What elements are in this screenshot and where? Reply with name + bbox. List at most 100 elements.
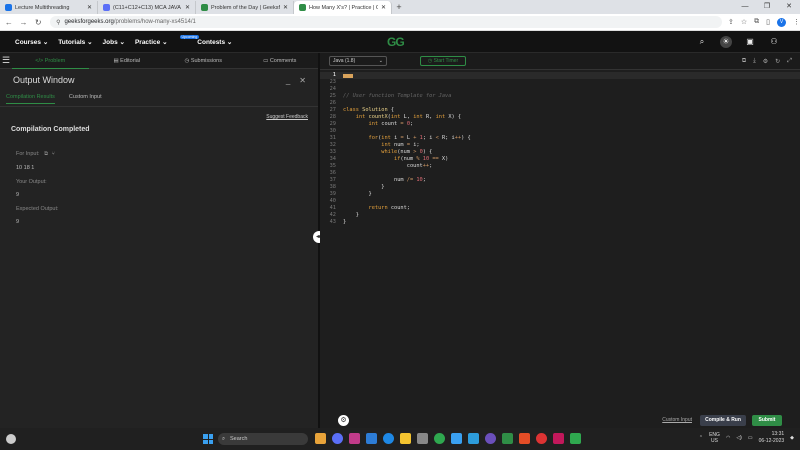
volume-icon[interactable]: ◁) bbox=[736, 435, 742, 441]
close-tab-icon[interactable]: ✕ bbox=[381, 4, 386, 11]
code-token: ; bbox=[422, 177, 426, 183]
language-select[interactable]: Java (1.8) ⌄ bbox=[329, 56, 387, 66]
compile-run-button[interactable]: Compile & Run bbox=[700, 414, 746, 426]
code-token: X) bbox=[441, 156, 449, 162]
code-token: 10 bbox=[422, 156, 433, 162]
bookmark-star-icon[interactable]: ☆ bbox=[741, 18, 747, 26]
menu-courses[interactable]: Courses ⌄ bbox=[15, 38, 48, 46]
code-token: } bbox=[343, 184, 385, 190]
tab-custom-input[interactable]: Custom Input bbox=[69, 94, 102, 103]
user-icon[interactable]: ⚇ bbox=[768, 36, 780, 48]
notes-icon[interactable]: ▣ bbox=[744, 36, 756, 48]
windows-start-icon[interactable] bbox=[203, 434, 213, 444]
gfg-logo[interactable]: GG bbox=[387, 35, 405, 49]
editor-settings-icon[interactable]: ⚙ bbox=[338, 414, 349, 426]
wifi-icon[interactable]: ◠ bbox=[726, 435, 730, 441]
result-tabs: Compilation Results Custom Input bbox=[0, 91, 318, 107]
code-line: 39 } bbox=[320, 191, 800, 198]
hamburger-icon[interactable]: ☰ bbox=[0, 55, 12, 66]
taskbar-app-icon[interactable] bbox=[434, 433, 445, 444]
theme-toggle-icon[interactable]: ☀ bbox=[720, 36, 732, 48]
close-tab-icon[interactable]: ✕ bbox=[185, 4, 190, 11]
new-tab-button[interactable]: + bbox=[392, 2, 406, 12]
taskbar-app-icon[interactable] bbox=[502, 433, 513, 444]
reload-icon[interactable]: ↻ bbox=[32, 18, 44, 27]
site-info-icon[interactable]: ⚲ bbox=[56, 19, 60, 26]
taskbar-app-icon[interactable] bbox=[383, 433, 394, 444]
code-token: num bbox=[343, 177, 407, 183]
restore-icon[interactable]: ❐ bbox=[756, 0, 778, 14]
minimize-icon[interactable]: — bbox=[734, 0, 756, 14]
taskbar-app-icon[interactable] bbox=[485, 433, 496, 444]
browser-tab[interactable]: Problem of the Day | GeeksforG✕ bbox=[196, 1, 294, 14]
close-tab-icon[interactable]: ✕ bbox=[283, 4, 288, 11]
browser-tab-title: How Many X's? | Practice | Geek bbox=[309, 4, 378, 11]
taskbar-app-icon[interactable] bbox=[417, 433, 428, 444]
menu-label: Contests bbox=[197, 38, 226, 46]
tab-editorial[interactable]: ▤ Editorial bbox=[89, 53, 166, 69]
taskbar-app-icon[interactable] bbox=[553, 433, 564, 444]
suggest-feedback-link[interactable]: Suggest Feedback bbox=[266, 114, 308, 120]
close-window-icon[interactable]: ✕ bbox=[778, 0, 800, 14]
close-tab-icon[interactable]: ✕ bbox=[87, 4, 92, 11]
close-output-icon[interactable]: ✕ bbox=[299, 76, 306, 85]
taskbar-app-icon[interactable] bbox=[332, 433, 343, 444]
language-indicator[interactable]: ENG US bbox=[709, 432, 720, 444]
window-controls: — ❐ ✕ bbox=[734, 0, 800, 14]
copy-icon[interactable]: ⧉ bbox=[44, 151, 48, 157]
taskbar-app-icon[interactable] bbox=[349, 433, 360, 444]
clock[interactable]: 13:31 06-12-2023 bbox=[759, 431, 785, 445]
taskbar-app-icon[interactable] bbox=[315, 433, 326, 444]
settings-icon[interactable]: ⚙ bbox=[763, 58, 768, 65]
fullscreen-icon[interactable]: ⤢ bbox=[787, 58, 792, 65]
browser-tab[interactable]: Lecture Multithreading ✕ bbox=[0, 1, 98, 14]
battery-icon[interactable]: ▭ bbox=[748, 435, 753, 441]
folded-code-marker[interactable] bbox=[343, 73, 353, 78]
start-timer-button[interactable]: ◷ Start Timer bbox=[420, 56, 466, 66]
sidebar-icon[interactable]: ▯ bbox=[766, 18, 770, 26]
taskbar-search[interactable]: ⌕ Search bbox=[218, 433, 308, 445]
copy-code-icon[interactable]: ⧉ bbox=[742, 58, 746, 65]
code-editor[interactable]: 1 23 24 25 // User function Template for Jav… bbox=[320, 72, 800, 226]
forward-icon[interactable]: → bbox=[18, 18, 30, 27]
browser-tab[interactable]: How Many X's? | Practice | Geek✕ bbox=[294, 1, 392, 14]
browser-menu-icon[interactable]: ⋮ bbox=[793, 18, 800, 26]
tab-problem[interactable]: </> Problem bbox=[12, 53, 89, 69]
output-window-header: Output Window _ ✕ bbox=[0, 69, 318, 91]
menu-label: Jobs bbox=[102, 38, 118, 46]
taskbar-app-icon[interactable] bbox=[519, 433, 530, 444]
line-number: 29 bbox=[329, 121, 336, 127]
taskbar-app-icon[interactable] bbox=[366, 433, 377, 444]
taskbar-app-icon[interactable] bbox=[468, 433, 479, 444]
menu-contests[interactable]: UpcomingContests ⌄ bbox=[178, 34, 232, 46]
menu-jobs[interactable]: Jobs ⌄ bbox=[103, 38, 125, 46]
favicon-icon bbox=[299, 4, 306, 11]
menu-practice[interactable]: Practice ⌄ bbox=[135, 38, 168, 46]
search-icon[interactable]: ⌕ bbox=[696, 36, 708, 48]
share-icon[interactable]: ⇪ bbox=[728, 18, 734, 26]
minimize-output-icon[interactable]: _ bbox=[286, 76, 290, 85]
line-number: 23 bbox=[329, 79, 336, 85]
download-icon[interactable]: ⤓ bbox=[753, 58, 756, 65]
weather-icon[interactable] bbox=[6, 434, 16, 444]
code-line: 32 int num = i; bbox=[320, 142, 800, 149]
profile-avatar[interactable]: V bbox=[777, 17, 787, 27]
custom-input-link[interactable]: Custom Input bbox=[662, 417, 692, 423]
tab-comments[interactable]: ▭ Comments bbox=[242, 53, 319, 69]
url-field[interactable]: ⚲ geeksforgeeks.org/problems/how-many-xs… bbox=[50, 16, 722, 28]
browser-tab[interactable]: (C11+C12+C13) MCA JAVA (C1✕ bbox=[98, 1, 196, 14]
tab-submissions[interactable]: ◷ Submissions bbox=[165, 53, 242, 69]
branch-icon[interactable]: ⑂ bbox=[52, 151, 55, 157]
chevron-up-icon[interactable]: ⌃ bbox=[699, 435, 703, 441]
reset-icon[interactable]: ↻ bbox=[775, 58, 780, 65]
notification-icon[interactable]: ◆ bbox=[790, 435, 794, 441]
back-icon[interactable]: ← bbox=[3, 18, 15, 27]
extensions-icon[interactable]: ⧉ bbox=[754, 18, 759, 26]
taskbar-app-icon[interactable] bbox=[570, 433, 581, 444]
taskbar-app-icon[interactable] bbox=[451, 433, 462, 444]
taskbar-app-icon[interactable] bbox=[536, 433, 547, 444]
tab-compilation-results[interactable]: Compilation Results bbox=[6, 94, 55, 104]
taskbar-app-icon[interactable] bbox=[400, 433, 411, 444]
menu-tutorials[interactable]: Tutorials ⌄ bbox=[58, 38, 92, 46]
submit-button[interactable]: Submit bbox=[752, 414, 782, 426]
